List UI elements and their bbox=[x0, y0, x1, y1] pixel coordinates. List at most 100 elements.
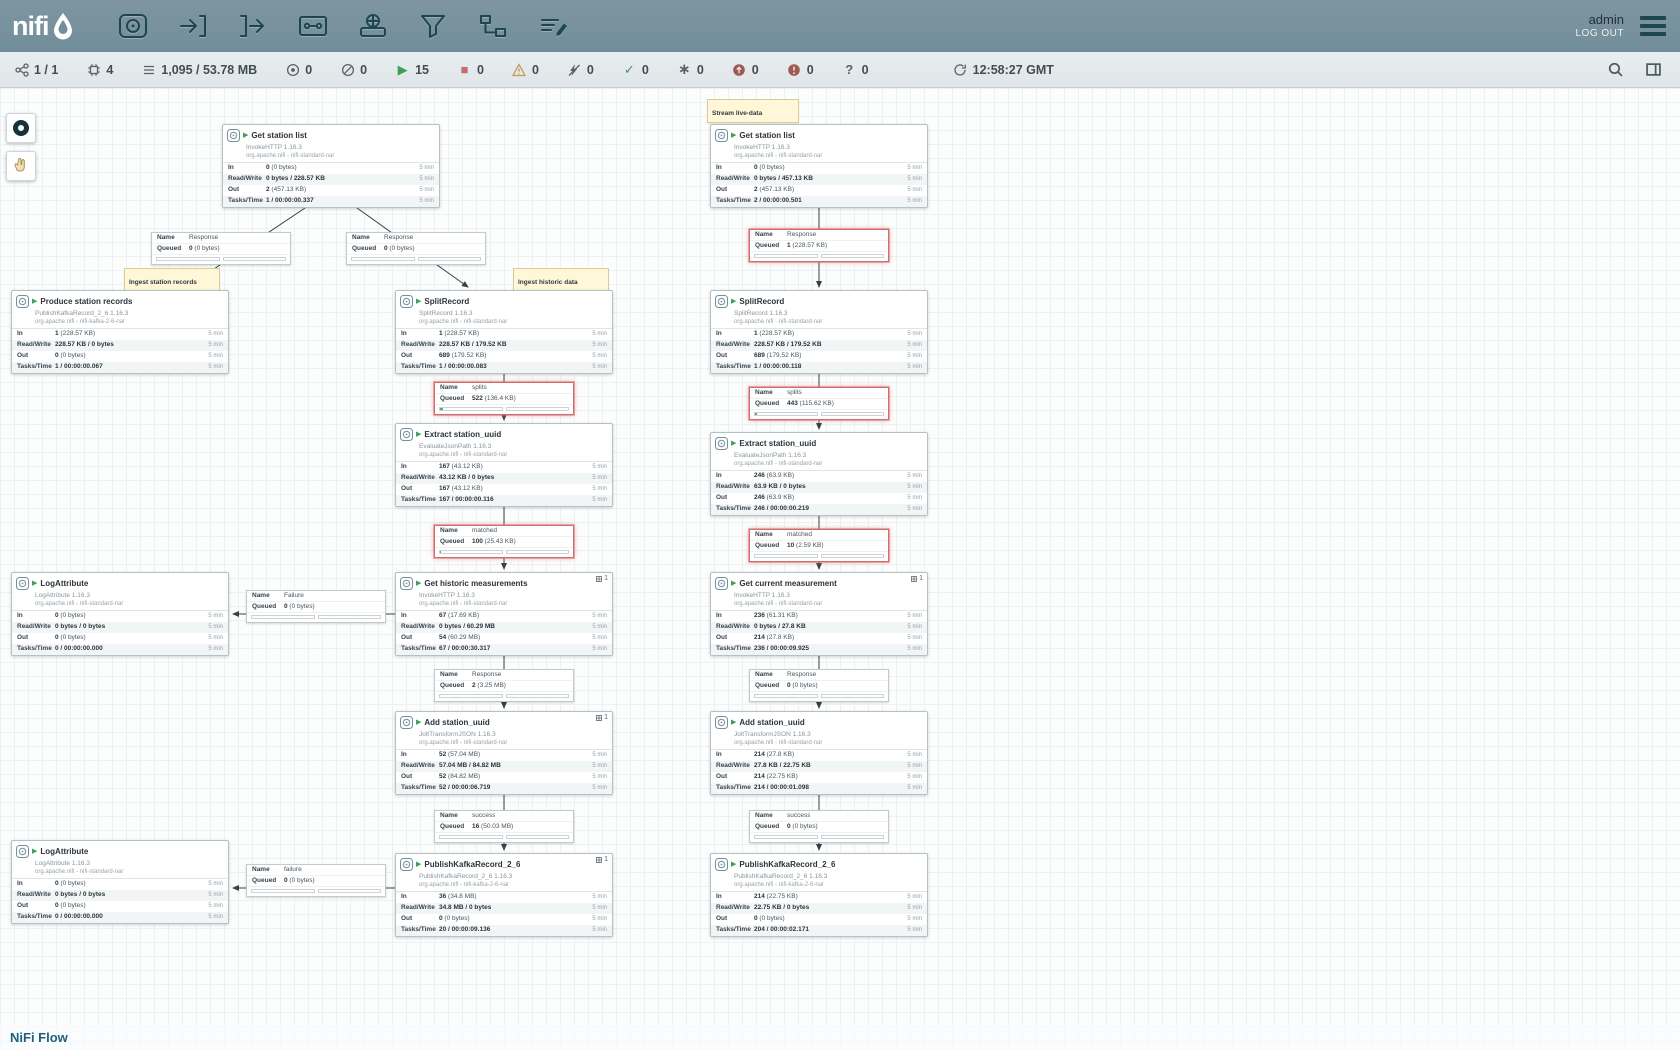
stat-row-tasks-time: Tasks/Time0 / 00:00:00.0005 min bbox=[12, 644, 228, 655]
status-up-to-date: ✓ 0 bbox=[622, 62, 649, 77]
toolbar-output-port[interactable] bbox=[235, 11, 271, 41]
active-threads-badge: 1 bbox=[911, 575, 923, 582]
connection-label-6[interactable]: Namematched Queued10 (2.59 KB) bbox=[749, 529, 889, 562]
processor-get-current-measurement[interactable]: 1 ▶ Get current measurement InvokeHTTP 1… bbox=[710, 572, 928, 656]
hand-tool-button[interactable] bbox=[6, 151, 36, 181]
toolbar-input-port[interactable] bbox=[175, 11, 211, 41]
stat-row-in: In0 (0 bytes)5 min bbox=[12, 611, 228, 622]
processor-get-station-list-1[interactable]: ▶ Get station list InvokeHTTP 1.16.3 org… bbox=[222, 124, 440, 208]
processor-type: InvokeHTTP 1.16.3 bbox=[396, 591, 612, 600]
flow-label-1[interactable]: Ingest historic data bbox=[513, 268, 609, 292]
processor-name: LogAttribute bbox=[40, 847, 88, 856]
stat-row-out: Out689 (179.52 KB)5 min bbox=[711, 351, 927, 362]
backpressure-bars bbox=[247, 887, 385, 896]
connection-label-9[interactable]: Namesuccess Queued16 (50.03 MB) bbox=[434, 810, 574, 843]
logout-link[interactable]: LOG OUT bbox=[1575, 28, 1624, 41]
locally-modified-stale-count: 0 bbox=[807, 63, 814, 77]
run-status-icon: ▶ bbox=[731, 580, 736, 587]
connection-label-12[interactable]: Namefailure Queued0 (0 bytes) bbox=[246, 864, 386, 897]
global-menu-button[interactable] bbox=[1638, 12, 1668, 40]
connection-label-10[interactable]: Namesuccess Queued0 (0 bytes) bbox=[749, 810, 889, 843]
transmitting-count: 0 bbox=[305, 63, 312, 77]
processor-get-station-list-2[interactable]: ▶ Get station list InvokeHTTP 1.16.3 org… bbox=[710, 124, 928, 208]
flow-label-2[interactable]: Stream live-data bbox=[707, 99, 799, 123]
processor-split-record-1[interactable]: ▶ SplitRecord SplitRecord 1.16.3 org.apa… bbox=[395, 290, 613, 374]
processor-name: PublishKafkaRecord_2_6 bbox=[424, 860, 520, 869]
processor-type: InvokeHTTP 1.16.3 bbox=[711, 143, 927, 152]
processor-produce-station-records[interactable]: ▶ Produce station records PublishKafkaRe… bbox=[11, 290, 229, 374]
active-threads-count: 1 bbox=[919, 575, 923, 582]
refresh-icon[interactable] bbox=[953, 62, 968, 77]
navigate-palette-button[interactable] bbox=[6, 113, 36, 143]
connection-queued-row: Queued2 (3.25 MB) bbox=[435, 681, 573, 692]
processor-extract-station-uuid-2[interactable]: ▶ Extract station_uuid EvaluateJsonPath … bbox=[710, 432, 928, 516]
process-group-icon bbox=[297, 12, 329, 40]
breadcrumb[interactable]: NiFi Flow bbox=[10, 1030, 68, 1045]
backpressure-object-bar bbox=[156, 257, 220, 261]
processor-type: SplitRecord 1.16.3 bbox=[711, 309, 927, 318]
processor-type: PublishKafkaRecord_2_6 1.16.3 bbox=[711, 872, 927, 881]
toolbar-processor[interactable] bbox=[115, 11, 151, 41]
processor-stats: In67 (17.69 KB)5 min Read/Write0 bytes /… bbox=[396, 610, 612, 655]
connection-label-0[interactable]: NameResponse Queued0 (0 bytes) bbox=[151, 232, 291, 265]
connection-queued-row: Queued10 (2.59 KB) bbox=[750, 541, 888, 552]
invalid-count: 0 bbox=[532, 63, 539, 77]
connection-name-row: NameResponse bbox=[152, 233, 290, 244]
panel-toggle-button[interactable] bbox=[1640, 57, 1666, 83]
refresh-time: 12:58:27 GMT bbox=[973, 63, 1054, 77]
stopped-count: 0 bbox=[477, 63, 484, 77]
stat-row-out: Out52 (84.82 MB)5 min bbox=[396, 772, 612, 783]
stale-count: 0 bbox=[752, 63, 759, 77]
run-status-icon: ▶ bbox=[416, 861, 421, 868]
cluster-icon bbox=[14, 62, 29, 77]
connection-queued-row: Queued0 (0 bytes) bbox=[750, 822, 888, 833]
connection-label-2[interactable]: NameResponse Queued1 (228.57 KB) bbox=[749, 229, 889, 262]
processor-publish-kafka-record-2[interactable]: ▶ PublishKafkaRecord_2_6 PublishKafkaRec… bbox=[710, 853, 928, 937]
processor-add-station-uuid-2[interactable]: ▶ Add station_uuid JoltTransformJSON 1.1… bbox=[710, 711, 928, 795]
processor-type: InvokeHTTP 1.16.3 bbox=[711, 591, 927, 600]
locally-modified-count: 0 bbox=[697, 63, 704, 77]
canvas[interactable]: Ingest station records Ingest historic d… bbox=[0, 88, 1680, 1050]
processor-publish-kafka-record-1[interactable]: 1 ▶ PublishKafkaRecord_2_6 PublishKafkaR… bbox=[395, 853, 613, 937]
processor-name: SplitRecord bbox=[424, 297, 469, 306]
toolbar-template[interactable] bbox=[475, 11, 511, 41]
processor-extract-station-uuid-1[interactable]: ▶ Extract station_uuid EvaluateJsonPath … bbox=[395, 423, 613, 507]
toolbar-remote-process-group[interactable] bbox=[355, 11, 391, 41]
toolbar-label[interactable] bbox=[535, 11, 571, 41]
connection-label-5[interactable]: Namematched Queued100 (25.43 KB) bbox=[434, 525, 574, 558]
stat-row-in: In167 (43.12 KB)5 min bbox=[396, 462, 612, 473]
stopped-icon: ■ bbox=[457, 62, 472, 77]
backpressure-size-bar bbox=[506, 694, 570, 698]
processor-bundle: org.apache.nifi - nifi-standard-nar bbox=[711, 318, 927, 328]
stat-row-in: In0 (0 bytes)5 min bbox=[711, 163, 927, 174]
backpressure-bars bbox=[435, 405, 573, 414]
backpressure-size-bar bbox=[821, 694, 885, 698]
processor-type: SplitRecord 1.16.3 bbox=[396, 309, 612, 318]
connection-label-3[interactable]: Namesplits Queued522 (136.4 KB) bbox=[434, 382, 574, 415]
processor-type: JoltTransformJSON 1.16.3 bbox=[396, 730, 612, 739]
connection-label-1[interactable]: NameResponse Queued0 (0 bytes) bbox=[346, 232, 486, 265]
backpressure-bars bbox=[152, 255, 290, 264]
processor-split-record-2[interactable]: ▶ SplitRecord SplitRecord 1.16.3 org.apa… bbox=[710, 290, 928, 374]
connection-label-11[interactable]: NameFailure Queued0 (0 bytes) bbox=[246, 590, 386, 623]
processor-bundle: org.apache.nifi - nifi-kafka-2-6-nar bbox=[711, 881, 927, 891]
toolbar-process-group[interactable] bbox=[295, 11, 331, 41]
processor-get-historic-measurements[interactable]: 1 ▶ Get historic measurements InvokeHTTP… bbox=[395, 572, 613, 656]
processor-type-icon bbox=[400, 295, 413, 308]
processor-log-attribute-1[interactable]: ▶ LogAttribute LogAttribute 1.16.3 org.a… bbox=[11, 572, 229, 656]
connection-name-row: Namesplits bbox=[435, 383, 573, 394]
search-button[interactable] bbox=[1602, 57, 1628, 83]
stat-row-tasks-time: Tasks/Time1 / 00:00:00.1185 min bbox=[711, 362, 927, 373]
toolbar-funnel[interactable] bbox=[415, 11, 451, 41]
processor-log-attribute-2[interactable]: ▶ LogAttribute LogAttribute 1.16.3 org.a… bbox=[11, 840, 229, 924]
stat-row-in: In214 (22.75 KB)5 min bbox=[711, 892, 927, 903]
backpressure-size-bar bbox=[418, 257, 482, 261]
sync-failure-icon: ? bbox=[842, 62, 857, 77]
processor-add-station-uuid-1[interactable]: 1 ▶ Add station_uuid JoltTransformJSON 1… bbox=[395, 711, 613, 795]
status-bar: 1 / 1 4 1,095 / 53.78 MB 0 0 ▶ 15 ■ 0 bbox=[0, 52, 1680, 88]
connection-label-4[interactable]: Namesplits Queued443 (115.62 KB) bbox=[749, 387, 889, 420]
connection-label-7[interactable]: NameResponse Queued2 (3.25 MB) bbox=[434, 669, 574, 702]
flow-label-0[interactable]: Ingest station records bbox=[124, 268, 220, 292]
stat-row-read-write: Read/Write0 bytes / 0 bytes5 min bbox=[12, 890, 228, 901]
connection-label-8[interactable]: NameResponse Queued0 (0 bytes) bbox=[749, 669, 889, 702]
